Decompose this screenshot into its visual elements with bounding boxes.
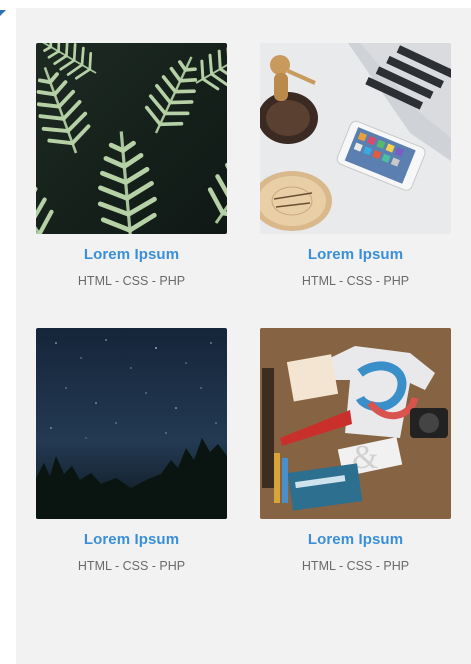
portfolio-card[interactable]: Lorem Ipsum HTML - CSS - PHP (36, 328, 227, 573)
card-title[interactable]: Lorem Ipsum (36, 246, 227, 263)
card-tags: HTML - CSS - PHP (301, 559, 410, 573)
card-tags: HTML - CSS - PHP (77, 559, 186, 573)
desk-image[interactable] (260, 43, 451, 234)
card-tags: HTML - CSS - PHP (301, 274, 410, 288)
fern-image[interactable] (36, 43, 227, 234)
card-tags: HTML - CSS - PHP (77, 274, 186, 288)
portfolio-panel: Lorem Ipsum HTML - CSS - PHP Lorem Ipsum… (16, 8, 471, 664)
corner-arrow-icon (0, 10, 6, 16)
portfolio-card[interactable]: & Lorem Ipsum HTML - CSS - PHP (260, 328, 451, 573)
night-sky-image[interactable] (36, 328, 227, 519)
card-title[interactable]: Lorem Ipsum (260, 531, 451, 548)
portfolio-card[interactable]: Lorem Ipsum HTML - CSS - PHP (36, 43, 227, 288)
portfolio-card[interactable]: Lorem Ipsum HTML - CSS - PHP (260, 43, 451, 288)
card-title[interactable]: Lorem Ipsum (260, 246, 451, 263)
card-title[interactable]: Lorem Ipsum (36, 531, 227, 548)
workspace-image[interactable]: & (260, 328, 451, 519)
